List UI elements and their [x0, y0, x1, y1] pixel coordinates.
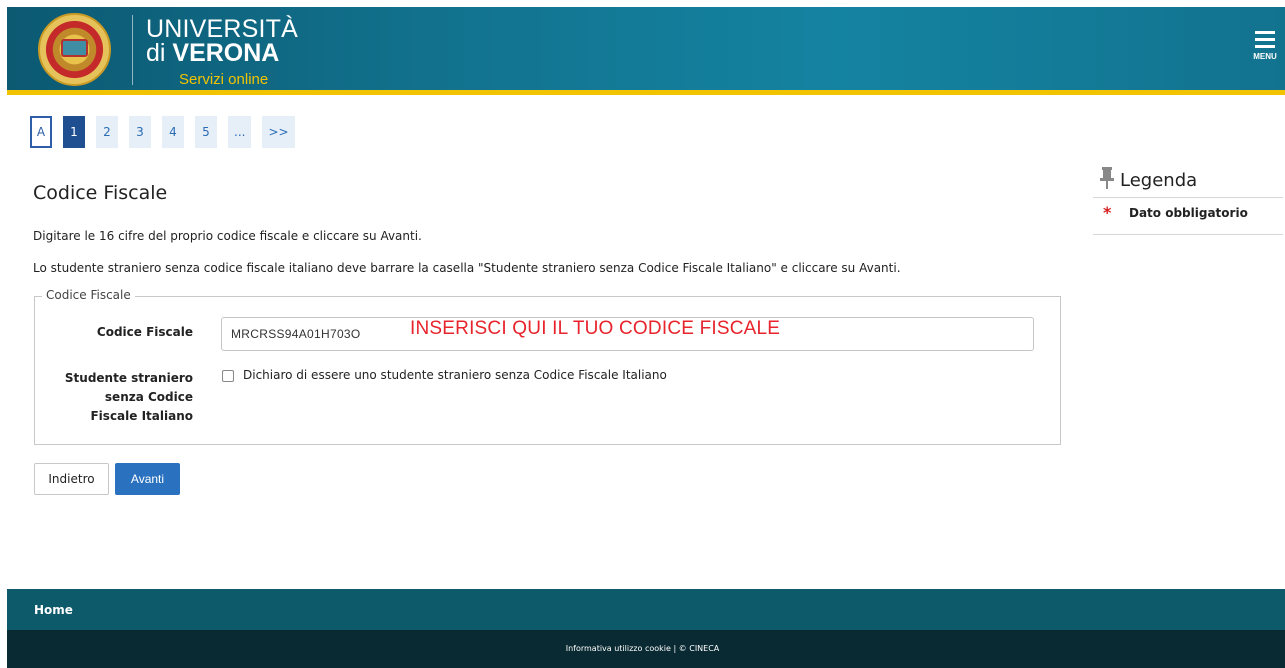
pager-item-2[interactable]: 2: [96, 116, 118, 148]
back-button[interactable]: Indietro: [34, 463, 109, 495]
brand-subtitle: Servizi online: [179, 71, 269, 88]
footer-cookie-cineca[interactable]: Informativa utilizzo cookie | © CINECA: [0, 644, 1285, 653]
foreign-label-line3: Fiscale Italiano: [90, 409, 193, 423]
footer-nav: [7, 589, 1285, 630]
fieldset-legend: Codice Fiscale: [42, 288, 135, 302]
brand-bold: VERONA: [172, 39, 280, 67]
pager-item-1[interactable]: 1: [63, 116, 85, 148]
pager-item-3[interactable]: 3: [129, 116, 151, 148]
overlay-instruction-note: INSERISCI QUI IL TUO CODICE FISCALE: [410, 318, 781, 339]
pager-item-next[interactable]: >>: [262, 116, 295, 148]
legenda-divider-bottom: [1093, 234, 1283, 235]
legenda-required-label: Dato obbligatorio: [1129, 206, 1248, 220]
codice-fiscale-label: Codice Fiscale: [96, 325, 193, 339]
header-divider: [132, 15, 133, 85]
legenda-title: Legenda: [1120, 170, 1198, 191]
footer-home-link[interactable]: Home: [34, 603, 73, 617]
brand-prefix: di: [146, 39, 173, 67]
pushpin-icon: [1100, 167, 1114, 189]
pager-item-a[interactable]: A: [30, 116, 52, 148]
hamburger-icon: [1255, 31, 1275, 34]
university-seal-logo[interactable]: [38, 13, 111, 86]
pager-item-5[interactable]: 5: [195, 116, 217, 148]
pager-item-4[interactable]: 4: [162, 116, 184, 148]
pager-item-ellipsis[interactable]: ...: [228, 116, 252, 148]
foreign-label-line1: Studente straniero: [64, 371, 193, 385]
page-title: Codice Fiscale: [33, 182, 168, 204]
instruction-text-1: Digitare le 16 cifre del proprio codice …: [33, 229, 422, 243]
hamburger-icon-line: [1255, 38, 1275, 41]
menu-label: MENU: [1253, 52, 1277, 61]
required-asterisk-icon: *: [1103, 203, 1112, 222]
codice-fiscale-value[interactable]: MRCRSS94A01H703O: [231, 327, 361, 341]
foreign-label-line2: senza Codice: [104, 390, 193, 404]
step-pager: A 1 2 3 4 5 ... >>: [30, 116, 306, 148]
header-accent-bar: [7, 90, 1285, 95]
foreign-student-label: Studente straniero senza Codice Fiscale …: [35, 369, 193, 426]
foreign-student-checkbox-label[interactable]: Dichiaro di essere uno studente stranier…: [243, 368, 667, 382]
next-button[interactable]: Avanti: [115, 463, 180, 495]
brand-name-line2: di VERONA: [146, 40, 279, 66]
foreign-student-checkbox[interactable]: [222, 370, 234, 382]
hamburger-icon-line: [1255, 45, 1275, 48]
site-header: UNIVERSITÀ di VERONA Servizi online MENU: [7, 7, 1285, 90]
menu-button[interactable]: MENU: [1247, 31, 1283, 79]
legenda-divider-top: [1093, 197, 1283, 198]
instruction-text-2: Lo studente straniero senza codice fisca…: [33, 261, 901, 275]
